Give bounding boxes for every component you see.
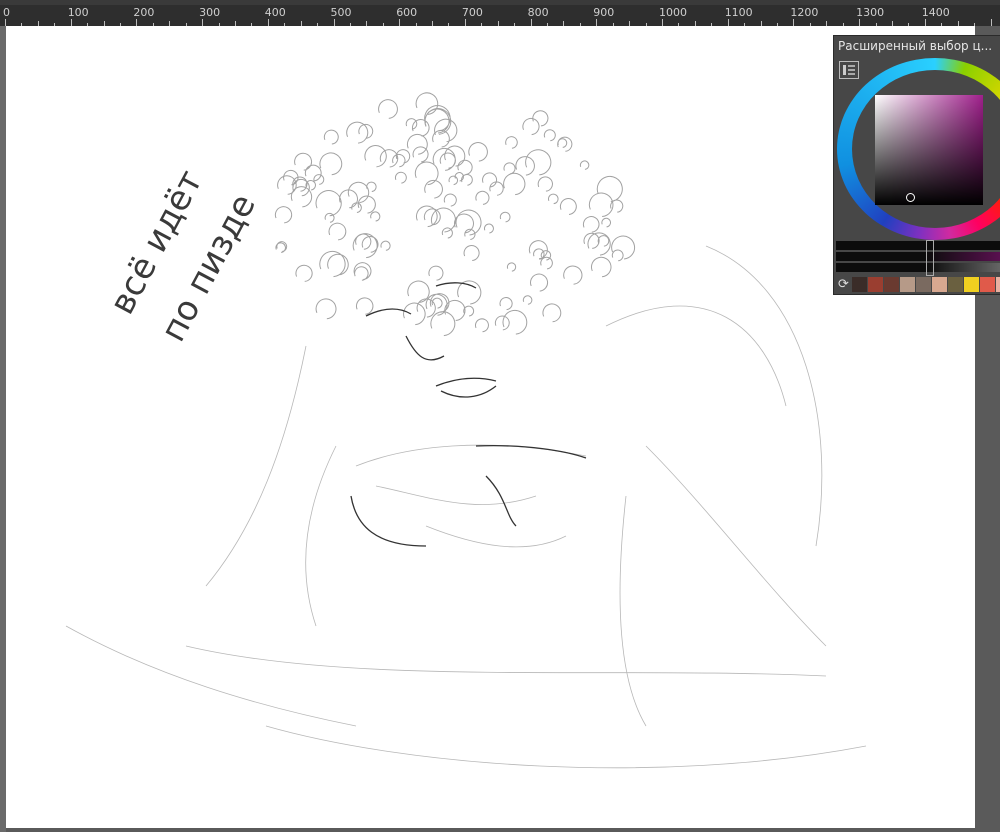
ruler-tick	[727, 19, 729, 26]
ruler-label: 600	[396, 6, 418, 19]
ruler-label: 0	[3, 6, 10, 19]
color-history: ⟳	[836, 277, 1000, 293]
refresh-icon[interactable]: ⟳	[836, 277, 851, 292]
color-swatch[interactable]	[868, 277, 883, 292]
ruler-label: 400	[264, 6, 286, 19]
ruler-tick	[267, 19, 269, 26]
ruler-tick	[793, 19, 795, 26]
ruler-label: 1300	[856, 6, 885, 19]
ruler-label: 1000	[659, 6, 687, 19]
ruler-label: 1400	[921, 6, 950, 19]
ruler-tick	[859, 19, 861, 26]
ruler-label: 900	[593, 6, 615, 19]
ruler-label: 1200	[790, 6, 819, 19]
ruler-tick	[399, 19, 401, 26]
ruler-tick	[5, 19, 6, 26]
slider-3[interactable]	[836, 263, 1000, 272]
color-swatch[interactable]	[900, 277, 915, 292]
ruler-tick	[596, 19, 598, 26]
slider-1[interactable]	[836, 241, 1000, 250]
color-swatch[interactable]	[852, 277, 867, 292]
color-swatch[interactable]	[932, 277, 947, 292]
ruler-tick	[333, 19, 335, 26]
color-swatch[interactable]	[916, 277, 931, 292]
ruler-label: 300	[199, 6, 221, 19]
ruler-tick	[70, 19, 72, 26]
ruler-label: 100	[67, 6, 89, 19]
color-swatch[interactable]	[884, 277, 899, 292]
slider-2[interactable]	[836, 252, 1000, 261]
ruler-tick	[924, 19, 926, 26]
color-picker-cursor[interactable]	[906, 193, 915, 202]
color-swatch[interactable]	[996, 277, 1000, 292]
ruler-tick	[136, 19, 138, 26]
ruler-label: 800	[527, 6, 549, 19]
ruler-label: 500	[330, 6, 352, 19]
list-icon[interactable]	[839, 61, 859, 79]
ruler-tick	[464, 19, 466, 26]
ruler-tick	[530, 19, 532, 26]
ruler-label: 700	[461, 6, 483, 19]
ruler-label: 1100	[724, 6, 753, 19]
color-swatch[interactable]	[948, 277, 963, 292]
color-swatch[interactable]	[980, 277, 995, 292]
ruler-label: 200	[133, 6, 155, 19]
panel-title: Расширенный выбор ц...	[838, 39, 993, 53]
saturation-value-square[interactable]	[875, 95, 983, 205]
sketch-artwork	[65, 92, 867, 769]
ruler-tick	[990, 19, 992, 26]
horizontal-ruler[interactable]: 0 100 200 300 400 500 600 700 800 900 1000 1100 1200…	[0, 5, 1000, 26]
slider-handle[interactable]	[926, 240, 934, 276]
color-swatch[interactable]	[964, 277, 979, 292]
advanced-color-selector-panel: Расширенный выбор ц... ⟳	[833, 35, 1000, 295]
ruler-tick	[662, 19, 663, 26]
drawing-canvas[interactable]: всё идёт по пизде	[6, 26, 975, 828]
canvas-background-bottom	[6, 828, 975, 832]
ruler-tick	[202, 19, 204, 26]
